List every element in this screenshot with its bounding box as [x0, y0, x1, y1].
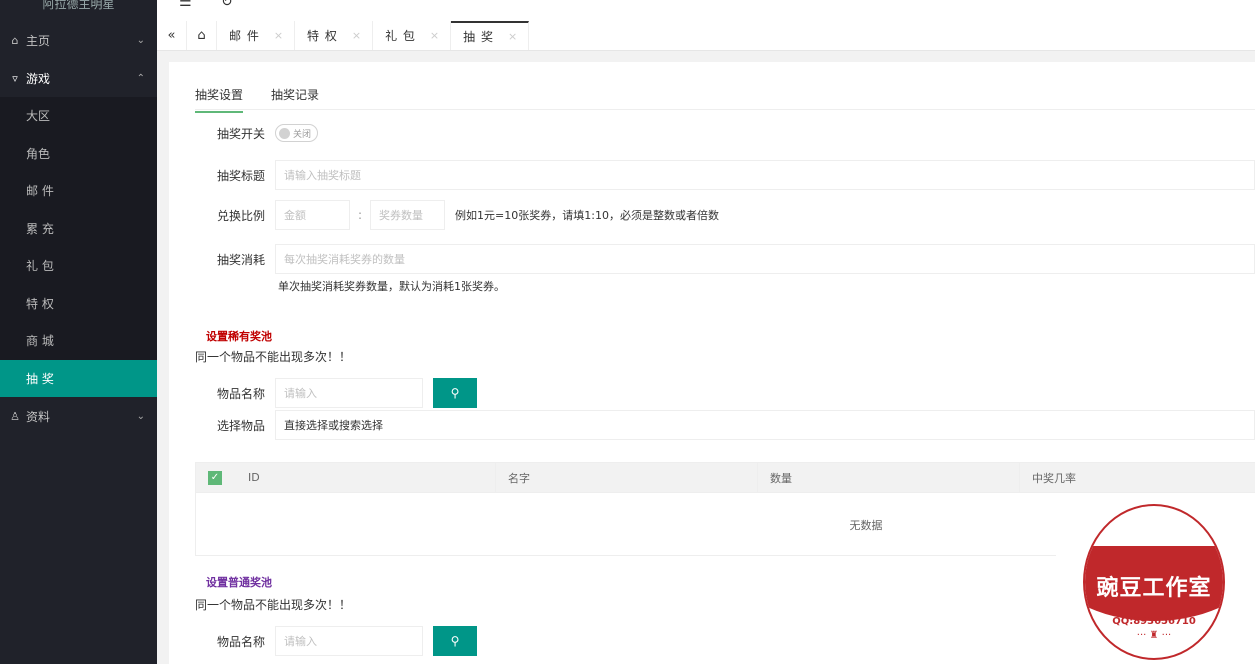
sidebar-item-mail[interactable]: 邮 件	[0, 172, 157, 210]
divider	[195, 109, 1255, 110]
search-icon: ⚲	[450, 634, 460, 648]
table-header: ✓ ID 名字 数量 中奖几率	[196, 463, 1255, 493]
item-name-label: 物品名称	[216, 386, 265, 401]
game-submenu: 大区 角色 邮 件 累 充 礼 包 特 权 商 城 抽 奖	[0, 97, 157, 397]
sidebar-item-label: 商 城	[26, 334, 54, 349]
user-icon: ♙	[10, 409, 20, 423]
close-icon[interactable]: ×	[430, 29, 440, 42]
col-name: 名字	[496, 463, 758, 492]
cost-label: 抽奖消耗	[216, 252, 265, 267]
cost-input[interactable]: 每次抽奖消耗奖券的数量	[275, 244, 1255, 274]
ratio-hint: 例如1元=10张奖券，请填1:10，必须是整数或者倍数	[455, 209, 719, 222]
tab-label: 邮 件	[229, 29, 260, 43]
crown-icon: ··· ♛ ···	[1123, 528, 1185, 549]
tab-home-icon[interactable]: ⌂	[187, 21, 217, 50]
sidebar-item-label: 累 充	[26, 221, 54, 236]
menu-toggle-icon[interactable]: ☰	[179, 0, 192, 10]
stamp-name: 豌豆工作室	[1096, 576, 1212, 601]
cost-row: 抽奖消耗 每次抽奖消耗奖券的数量	[195, 244, 1255, 274]
normal-pool-note: 同一个物品不能出现多次！！	[195, 598, 352, 612]
title-row: 抽奖标题 请输入抽奖标题	[195, 160, 1255, 190]
nav-home-label: 主页	[26, 33, 51, 48]
game-icon: ▿	[12, 71, 18, 85]
cost-hint: 单次抽奖消耗奖券数量，默认为消耗1张奖券。	[278, 280, 505, 293]
tab-label: 特 权	[307, 29, 338, 43]
nav-home[interactable]: ⌂ 主页 ⌄	[0, 21, 157, 59]
nav-data-label: 资料	[26, 409, 51, 424]
refresh-icon[interactable]: ↻	[221, 0, 233, 10]
stamp-circle: ··· ♛ ··· 豌豆工作室 QQ:893656710 ··· ♜ ···	[1083, 504, 1225, 660]
col-quantity: 数量	[758, 463, 1020, 492]
home-icon: ⌂	[11, 33, 19, 47]
close-icon[interactable]: ×	[274, 29, 284, 42]
nav-game-label: 游戏	[26, 71, 51, 86]
top-bar: ☰ ↻	[157, 0, 1255, 21]
switch-label: 抽奖开关	[216, 126, 265, 141]
chevron-down-icon: ⌄	[136, 34, 145, 46]
col-id: ID	[236, 463, 496, 492]
title-label: 抽奖标题	[216, 168, 265, 183]
switch-knob	[279, 127, 290, 139]
normal-pool-title: 设置普通奖池	[206, 576, 272, 589]
tab-lottery[interactable]: 抽 奖 ×	[451, 21, 530, 50]
stamp-qq: QQ:893656710	[1112, 616, 1196, 627]
col-probability: 中奖几率	[1032, 471, 1076, 485]
item-select[interactable]: 直接选择或搜索选择	[275, 410, 1255, 440]
rare-pool-title: 设置稀有奖池	[206, 330, 272, 343]
normal-item-input[interactable]: 请输入	[275, 626, 423, 656]
sidebar-item-recharge[interactable]: 累 充	[0, 210, 157, 248]
rare-item-row: 物品名称 请输入 ⚲	[195, 378, 1255, 408]
ratio-colon: :	[358, 208, 363, 222]
rare-item-input[interactable]: 请输入	[275, 378, 423, 408]
sidebar-item-gift[interactable]: 礼 包	[0, 247, 157, 285]
tab-label: 礼 包	[385, 29, 416, 43]
stamp-deco: ··· ♜ ···	[1136, 630, 1172, 641]
title-input[interactable]: 请输入抽奖标题	[275, 160, 1255, 190]
sidebar-item-label: 角色	[26, 146, 51, 161]
tabs-prev-icon[interactable]: «	[157, 21, 187, 50]
search-button[interactable]: ⚲	[433, 626, 477, 656]
ticket-input[interactable]: 奖券数量	[370, 200, 446, 230]
rare-select-row: 选择物品 直接选择或搜索选择	[195, 410, 1255, 440]
sidebar-item-label: 特 权	[26, 296, 54, 311]
amount-input[interactable]: 金额	[275, 200, 350, 230]
tab-privilege[interactable]: 特 权 ×	[295, 21, 374, 50]
watermark-stamp: ··· ♛ ··· 豌豆工作室 QQ:893656710 ··· ♜ ···	[1056, 502, 1255, 664]
sidebar-item-label: 邮 件	[26, 184, 54, 199]
select-item-label: 选择物品	[216, 418, 265, 433]
sidebar-item-role[interactable]: 角色	[0, 135, 157, 173]
search-button[interactable]: ⚲	[433, 378, 477, 408]
chevron-up-icon: ⌃	[136, 72, 145, 84]
nav-game[interactable]: ▿ 游戏 ⌃	[0, 59, 157, 97]
ratio-label: 兑换比例	[216, 208, 265, 223]
search-icon: ⚲	[450, 386, 460, 400]
brand-title: 阿拉德主明星	[42, 0, 115, 11]
close-icon[interactable]: ×	[352, 29, 362, 42]
lottery-switch[interactable]: 关闭	[275, 124, 319, 142]
sidebar-item-label: 抽 奖	[26, 371, 54, 386]
switch-text: 关闭	[293, 129, 312, 140]
item-name-label: 物品名称	[216, 634, 265, 649]
sidebar-item-region[interactable]: 大区	[0, 97, 157, 135]
cost-hint-row: 单次抽奖消耗奖券数量，默认为消耗1张奖券。	[278, 278, 1255, 294]
sidebar-item-label: 礼 包	[26, 259, 54, 274]
sidebar-item-label: 大区	[26, 109, 51, 124]
tab-gift[interactable]: 礼 包 ×	[373, 21, 452, 50]
ratio-row: 兑换比例 金额 : 奖券数量 例如1元=10张奖券，请填1:10，必须是整数或者…	[195, 200, 1255, 230]
page-tabs: « ⌂ 邮 件 × 特 权 × 礼 包 × 抽 奖 ×	[157, 21, 1255, 51]
nav-data[interactable]: ♙ 资料 ⌄	[0, 397, 157, 435]
sidebar-item-shop[interactable]: 商 城	[0, 322, 157, 360]
check-icon: ✓	[208, 470, 222, 485]
tab-mail[interactable]: 邮 件 ×	[217, 21, 296, 50]
tab-label: 抽 奖	[463, 30, 494, 44]
rare-pool-note: 同一个物品不能出现多次！！	[195, 350, 352, 364]
sidebar: 阿拉德主明星 ⌂ 主页 ⌄ ▿ 游戏 ⌃ 大区 角色 邮 件 累 充 礼 包 特…	[0, 0, 157, 664]
close-icon[interactable]: ×	[508, 30, 518, 43]
chevron-down-icon: ⌄	[136, 410, 145, 422]
switch-row: 抽奖开关 关闭	[195, 124, 1255, 142]
select-all-checkbox[interactable]: ✓	[196, 463, 236, 492]
sidebar-item-lottery[interactable]: 抽 奖	[0, 359, 157, 397]
sidebar-item-privilege[interactable]: 特 权	[0, 285, 157, 323]
